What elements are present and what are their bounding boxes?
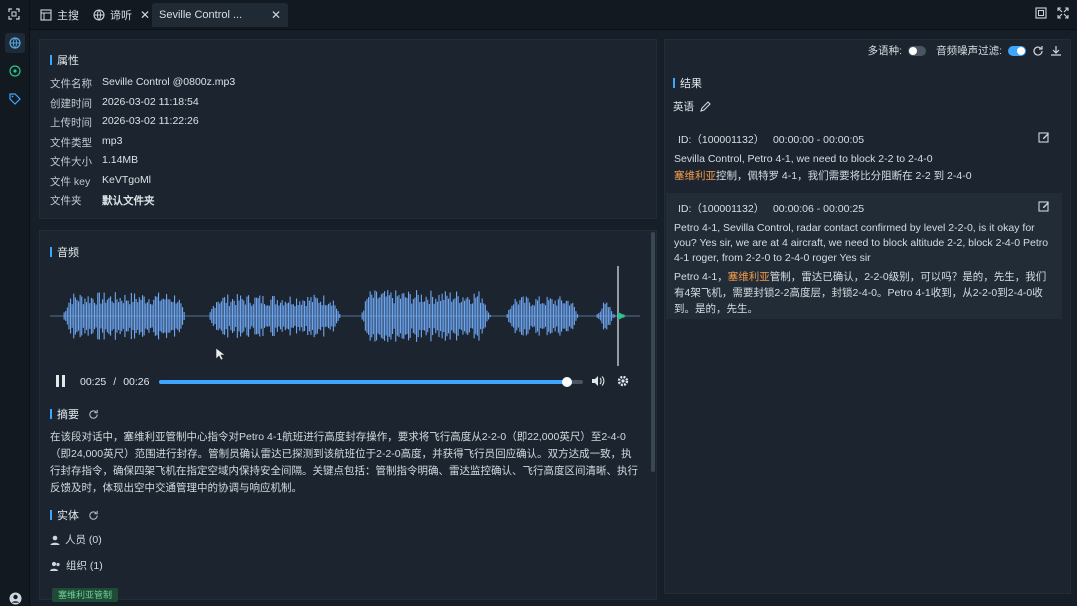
tab-label: 谛听 — [110, 10, 132, 22]
current-time: 00:25 — [80, 376, 107, 388]
result-segment: ID:（100001132） 00:00:06 - 00:00:25 Petro… — [666, 193, 1062, 319]
segment-chinese: Petro 4-1，塞维利亚管制，雷达已确认，2-2-0级别，可以吗？是的，先生… — [674, 271, 1047, 315]
entity-person[interactable]: 人员 (0) — [50, 532, 102, 547]
scrollbar[interactable] — [651, 232, 655, 472]
noise-filter-label: 音频噪声过滤: — [936, 45, 1002, 57]
multilang-toggle[interactable] — [908, 45, 927, 56]
group-icon — [50, 561, 60, 571]
tab-main-search[interactable]: 主搜 — [33, 3, 86, 27]
tab-label: Seville Control ... — [159, 9, 243, 21]
multilang-label: 多语种: — [867, 45, 903, 57]
entities-title: 实体 — [50, 507, 99, 523]
summary-text: 在该段对话中，塞维利亚管制中心指令对Petro 4-1航班进行高度封存操作，要求… — [50, 431, 638, 494]
total-time: 00:26 — [123, 376, 150, 388]
volume-icon[interactable] — [591, 375, 605, 390]
mouse-cursor-icon — [215, 347, 225, 361]
expand-icon[interactable] — [8, 8, 20, 23]
download-icon[interactable] — [1050, 45, 1062, 57]
pencil-icon[interactable] — [700, 101, 711, 112]
audio-waveform[interactable] — [50, 266, 640, 366]
audio-title: 音频 — [50, 244, 79, 260]
prop-row: 文件类型 mp3 — [50, 135, 123, 149]
person-icon — [50, 535, 60, 545]
fullscreen-icon[interactable] — [1057, 7, 1069, 22]
close-icon[interactable]: ✕ — [140, 8, 150, 22]
summary-title: 摘要 — [50, 406, 99, 422]
prop-row: 文件名称 Seville Control @0800z.mp3 — [50, 76, 236, 90]
noise-filter-toggle[interactable] — [1008, 45, 1026, 56]
prop-row: 文件 key KeVTgoMl — [50, 174, 152, 188]
language-row: 英语 — [673, 99, 711, 114]
edit-icon[interactable] — [1038, 200, 1050, 212]
window-icon — [40, 9, 52, 21]
segment-english: Sevilla Control, Petro 4-1, we need to b… — [674, 153, 933, 165]
user-avatar-icon[interactable] — [5, 588, 25, 606]
player-controls: 00:25 / 00:26 — [50, 372, 640, 392]
segment-english: Petro 4-1, Sevilla Control, radar contac… — [674, 222, 1049, 264]
refresh-icon[interactable] — [88, 510, 99, 521]
language-label: 英语 — [673, 101, 694, 113]
refresh-icon[interactable] — [88, 409, 99, 420]
tab-label: 主搜 — [57, 10, 79, 22]
left-rail — [0, 0, 30, 606]
prop-row: 创建时间 2026-03-02 11:18:54 — [50, 96, 199, 110]
close-icon[interactable]: ✕ — [271, 8, 281, 22]
tag-icon[interactable] — [5, 89, 25, 109]
edit-icon[interactable] — [1038, 131, 1050, 143]
entity-chip[interactable]: 塞维利亚管制 — [52, 588, 119, 602]
refresh-icon[interactable] — [1032, 45, 1044, 57]
globe-icon — [93, 9, 105, 21]
progress-handle[interactable] — [561, 377, 572, 387]
prop-row: 文件大小 1.14MB — [50, 154, 139, 168]
time-separator: / — [113, 376, 117, 388]
globe-icon[interactable] — [5, 33, 25, 53]
compass-icon[interactable] — [5, 61, 25, 81]
progress-slider[interactable] — [159, 377, 584, 387]
prop-row: 文件夹 默认文件夹 — [50, 195, 155, 207]
restore-window-icon[interactable] — [1035, 7, 1047, 22]
properties-title: 属性 — [50, 52, 79, 68]
prop-row: 上传时间 2026-03-02 11:22:26 — [50, 115, 199, 129]
tab-diting[interactable]: 谛听 ✕ — [86, 3, 157, 27]
result-segment: ID:（100001132） 00:00:00 - 00:00:05 Sevil… — [666, 124, 1062, 186]
results-title: 结果 — [673, 75, 702, 91]
entity-organization[interactable]: 组织 (1) — [50, 558, 103, 573]
segment-chinese: 塞维利亚控制，佩特罗 4-1，我们需要将比分阻断在 2-2 到 2-4-0 — [674, 170, 972, 182]
tab-seville-control[interactable]: Seville Control ... ✕ — [152, 3, 288, 27]
tab-bar: 主搜 谛听 ✕ Seville Control ... ✕ — [8, 0, 1077, 30]
segment-header: ID:（100001132） 00:00:00 - 00:00:05 — [678, 134, 865, 146]
app-window: 主搜 谛听 ✕ Seville Control ... ✕ 属性 文件名称 Sev… — [0, 0, 1077, 606]
results-toolbar: 多语种: 音频噪声过滤: — [868, 43, 1062, 58]
segment-header: ID:（100001132） 00:00:06 - 00:00:25 — [678, 203, 865, 215]
pause-icon[interactable] — [56, 374, 66, 390]
settings-gear-icon[interactable] — [617, 375, 629, 390]
